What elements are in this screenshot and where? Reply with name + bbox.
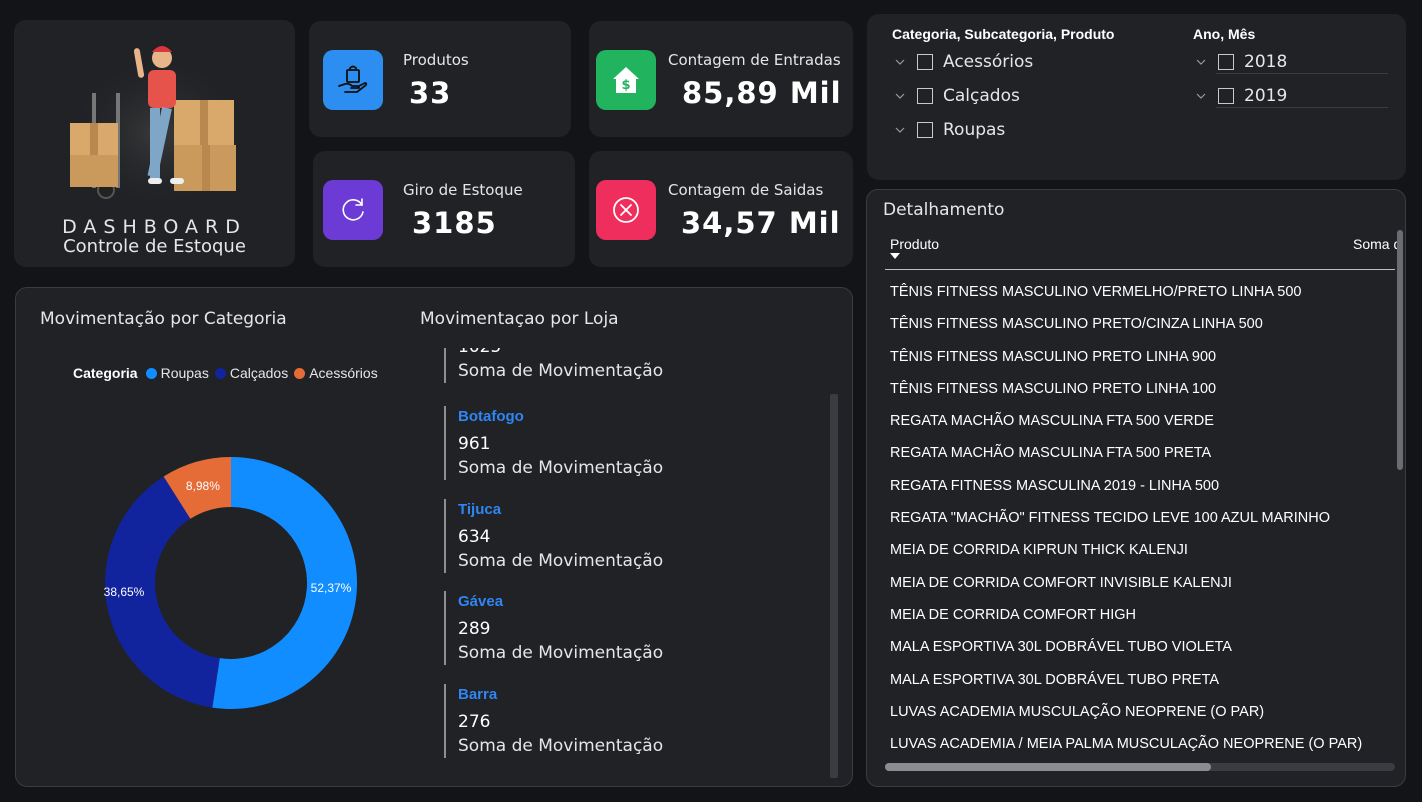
- horizontal-scrollbar-thumb[interactable]: [885, 763, 1211, 771]
- horizontal-scrollbar-track[interactable]: [885, 763, 1395, 771]
- store-name: Tijuca: [458, 501, 502, 518]
- table-row[interactable]: MEIA DE CORRIDA COMFORT HIGH: [890, 599, 1390, 631]
- table-row[interactable]: REGATA FITNESS MASCULINA 2019 - LINHA 50…: [890, 470, 1390, 502]
- column-header-produto[interactable]: Produto: [890, 236, 939, 252]
- table-row[interactable]: REGATA "MACHÃO" FITNESS TECIDO LEVE 100 …: [890, 502, 1390, 534]
- chevron-down-icon[interactable]: [895, 57, 905, 67]
- logo-card: DASHBOARD Controle de Estoque: [14, 20, 295, 267]
- delivery-man-illustration: [64, 46, 254, 213]
- chevron-down-icon[interactable]: [895, 125, 905, 135]
- vertical-scrollbar[interactable]: [830, 394, 838, 778]
- kpi-card-produtos: Produtos 33: [309, 21, 571, 137]
- kpi-card-entradas: $ Contagem de Entradas 85,89 Mil: [589, 21, 853, 137]
- checkbox[interactable]: [1218, 54, 1234, 70]
- table-row[interactable]: LUVAS ACADEMIA / MEIA PALMA MUSCULAÇÃO N…: [890, 728, 1390, 760]
- table-row[interactable]: LUVAS ACADEMIA MUSCULAÇÃO NEOPRENE (O PA…: [890, 696, 1390, 728]
- category-option-acessorios[interactable]: Acessórios: [895, 50, 1033, 74]
- category-option-calcados[interactable]: Calçados: [895, 84, 1020, 108]
- category-option-label: Roupas: [943, 120, 1006, 140]
- kpi-card-saidas: Contagem de Saidas 34,57 Mil: [589, 151, 853, 267]
- chevron-down-icon[interactable]: [895, 91, 905, 101]
- store-measure: Soma de Movimentação: [458, 551, 664, 571]
- store-card[interactable]: 1025 Soma de Movimentação: [444, 348, 744, 383]
- table-row[interactable]: MALA ESPORTIVA 30L DOBRÁVEL TUBO VIOLETA: [890, 631, 1390, 663]
- table-row[interactable]: TÊNIS FITNESS MASCULINO PRETO/CINZA LINH…: [890, 308, 1390, 340]
- kpi-card-giro: Giro de Estoque 3185: [313, 151, 575, 267]
- table-row[interactable]: TÊNIS FITNESS MASCULINO VERMELHO/PRETO L…: [890, 276, 1390, 308]
- store-value: 1025: [458, 348, 744, 359]
- shopping-bag-hand-icon: [323, 50, 383, 110]
- store-name: Gávea: [458, 593, 504, 610]
- store-card[interactable]: Gávea 289 Soma de Movimentação: [444, 591, 744, 665]
- detail-title: Detalhamento: [883, 200, 1005, 220]
- category-chart-title: Movimentação por Categoria: [40, 309, 287, 329]
- store-value: 276: [458, 712, 491, 732]
- year-option-label: 2018: [1244, 52, 1288, 72]
- store-card[interactable]: Botafogo 961 Soma de Movimentação: [444, 406, 744, 480]
- category-option-label: Calçados: [943, 86, 1020, 106]
- year-slicer-title: Ano, Mês: [1193, 26, 1256, 42]
- store-name: Botafogo: [458, 408, 524, 425]
- kpi-label: Contagem de Entradas: [668, 51, 841, 69]
- divider: [1216, 107, 1388, 108]
- store-card[interactable]: Barra 276 Soma de Movimentação: [444, 684, 744, 758]
- store-card-list: 1025 Soma de Movimentação Botafogo 961 S…: [16, 348, 854, 788]
- detail-table-panel: Detalhamento Produto Soma d TÊNIS FITNES…: [866, 189, 1406, 787]
- column-header-soma[interactable]: Soma d: [1353, 236, 1401, 252]
- store-value: 634: [458, 527, 491, 547]
- kpi-value: 3185: [412, 206, 497, 240]
- brand-title: DASHBOARD: [62, 216, 247, 238]
- table-row[interactable]: REGATA MACHÃO MASCULINA FTA 500 PRETA: [890, 437, 1390, 469]
- store-measure: Soma de Movimentação: [458, 643, 664, 663]
- category-slicer-title: Categoria, Subcategoria, Produto: [892, 26, 1115, 42]
- year-option-2018[interactable]: 2018: [1196, 50, 1287, 74]
- kpi-label: Contagem de Saidas: [668, 181, 824, 199]
- store-measure: Soma de Movimentação: [458, 458, 664, 478]
- category-option-label: Acessórios: [943, 52, 1034, 72]
- table-row[interactable]: MEIA DE CORRIDA KIPRUN THICK KALENJI: [890, 534, 1390, 566]
- svg-text:$: $: [621, 78, 630, 93]
- store-measure: Soma de Movimentação: [458, 736, 664, 756]
- vertical-scrollbar[interactable]: [1397, 230, 1403, 470]
- chevron-down-icon[interactable]: [1196, 91, 1206, 101]
- kpi-label: Produtos: [403, 51, 469, 69]
- table-row[interactable]: REGATA MACHÃO MASCULINA FTA 500 VERDE: [890, 405, 1390, 437]
- store-value: 289: [458, 619, 491, 639]
- sort-down-icon[interactable]: [890, 253, 900, 259]
- table-body: TÊNIS FITNESS MASCULINO VERMELHO/PRETO L…: [890, 276, 1390, 760]
- header-divider: [885, 269, 1395, 270]
- store-name: Barra: [458, 686, 498, 703]
- table-row[interactable]: MEIA DE CORRIDA COMFORT INVISIBLE KALENJ…: [890, 567, 1390, 599]
- kpi-label: Giro de Estoque: [403, 181, 523, 199]
- store-measure: Soma de Movimentação: [458, 361, 664, 381]
- table-row[interactable]: TÊNIS FITNESS MASCULINO PRETO LINHA 100: [890, 373, 1390, 405]
- charts-panel: Movimentação por Categoria Movimentaçao …: [15, 287, 853, 787]
- store-card[interactable]: Tijuca 634 Soma de Movimentação: [444, 499, 744, 573]
- kpi-value: 33: [409, 76, 452, 110]
- checkbox[interactable]: [917, 122, 933, 138]
- refresh-icon: [323, 180, 383, 240]
- table-row[interactable]: TÊNIS FITNESS MASCULINO PRETO LINHA 900: [890, 341, 1390, 373]
- year-option-2019[interactable]: 2019: [1196, 84, 1287, 108]
- year-option-label: 2019: [1244, 86, 1288, 106]
- table-row[interactable]: MALA ESPORTIVA 30L DOBRÁVEL TUBO PRETA: [890, 664, 1390, 696]
- kpi-value: 34,57 Mil: [681, 206, 841, 240]
- chevron-down-icon[interactable]: [1196, 57, 1206, 67]
- checkbox[interactable]: [917, 54, 933, 70]
- category-option-roupas[interactable]: Roupas: [895, 118, 1005, 142]
- filter-slicer: Categoria, Subcategoria, Produto Acessór…: [867, 14, 1406, 180]
- brand-subtitle: Controle de Estoque: [63, 236, 246, 257]
- divider: [1216, 73, 1388, 74]
- x-circle-icon: [596, 180, 656, 240]
- kpi-value: 85,89 Mil: [682, 76, 842, 110]
- store-chart-title: Movimentaçao por Loja: [420, 309, 619, 329]
- checkbox[interactable]: [917, 88, 933, 104]
- store-value: 961: [458, 434, 491, 454]
- checkbox[interactable]: [1218, 88, 1234, 104]
- house-dollar-icon: $: [596, 50, 656, 110]
